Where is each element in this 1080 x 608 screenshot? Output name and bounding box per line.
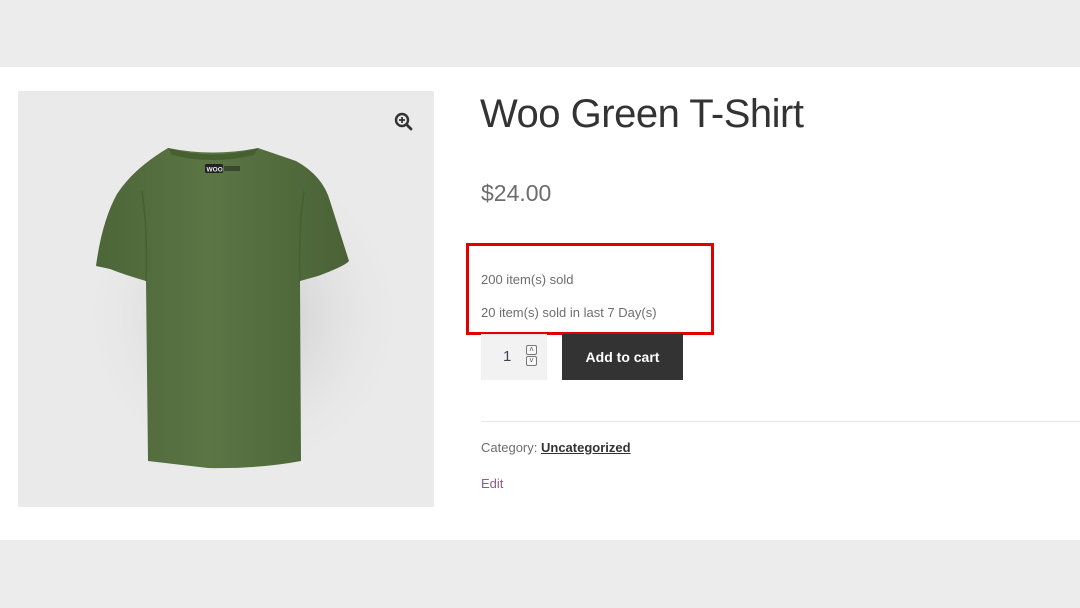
zoom-in-icon[interactable] xyxy=(392,110,414,132)
edit-link[interactable]: Edit xyxy=(481,476,503,491)
divider xyxy=(481,421,1080,422)
product-gallery[interactable]: WOO xyxy=(18,91,434,507)
quantity-value: 1 xyxy=(503,348,512,365)
sales-highlight-box xyxy=(466,243,714,335)
product-meta: Category: Uncategorized xyxy=(481,440,631,455)
stepper-down-icon[interactable]: ˅ xyxy=(526,356,537,366)
shirt-logo: WOO xyxy=(207,167,223,174)
product-title: Woo Green T-Shirt xyxy=(480,92,804,136)
add-to-cart-button[interactable]: Add to cart xyxy=(562,334,683,380)
items-sold-total: 200 item(s) sold xyxy=(481,272,574,287)
quantity-stepper[interactable]: ˄ ˅ xyxy=(526,345,538,369)
items-sold-recent: 20 item(s) sold in last 7 Day(s) xyxy=(481,305,657,320)
footer-band xyxy=(0,540,1080,608)
product-image: WOO xyxy=(73,146,413,486)
category-label: Category: xyxy=(481,440,538,455)
product-price: $24.00 xyxy=(481,180,552,206)
category-link[interactable]: Uncategorized xyxy=(541,440,631,455)
header-band xyxy=(0,0,1080,67)
stepper-up-icon[interactable]: ˄ xyxy=(526,345,537,355)
